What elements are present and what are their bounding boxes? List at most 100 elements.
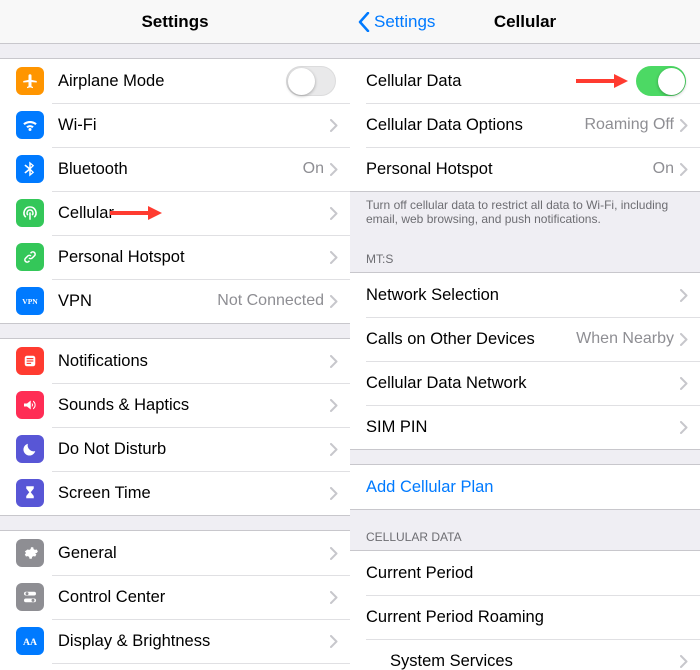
sounds-icon xyxy=(16,391,44,419)
general-icon xyxy=(16,539,44,567)
row-cell-options[interactable]: Cellular Data OptionsRoaming Off xyxy=(350,103,700,147)
svg-text:AA: AA xyxy=(23,637,37,648)
chevron-right-icon xyxy=(330,635,338,648)
chevron-right-icon xyxy=(680,377,688,390)
chevron-right-icon xyxy=(330,591,338,604)
display-icon: AA xyxy=(16,627,44,655)
bluetooth-icon xyxy=(16,155,44,183)
toggle[interactable] xyxy=(286,66,336,96)
airplane-icon xyxy=(16,67,44,95)
chevron-right-icon xyxy=(330,119,338,132)
screentime-icon xyxy=(16,479,44,507)
settings-list[interactable]: Airplane Mode Wi-Fi BluetoothOn Cellular Per… xyxy=(0,44,350,670)
wifi-icon xyxy=(16,111,44,139)
row-label: SIM PIN xyxy=(366,418,680,437)
dnd-icon xyxy=(16,435,44,463)
row-label: Cellular xyxy=(58,204,330,223)
row-airplane[interactable]: Airplane Mode xyxy=(0,59,350,103)
chevron-right-icon xyxy=(680,421,688,434)
row-add-plan[interactable]: Add Cellular Plan xyxy=(350,465,700,509)
chevron-right-icon xyxy=(330,251,338,264)
row-detail: On xyxy=(303,160,324,178)
row-detail: On xyxy=(653,160,674,178)
row-current-roaming[interactable]: Current Period Roaming xyxy=(350,595,700,639)
row-label: General xyxy=(58,544,330,563)
row-calls-other[interactable]: Calls on Other DevicesWhen Nearby xyxy=(350,317,700,361)
row-label: Do Not Disturb xyxy=(58,440,330,459)
chevron-right-icon xyxy=(330,547,338,560)
row-label: Display & Brightness xyxy=(58,632,330,651)
row-label: Notifications xyxy=(58,352,330,371)
row-detail: When Nearby xyxy=(576,330,674,348)
chevron-right-icon xyxy=(680,289,688,302)
row-sys-services[interactable]: System Services xyxy=(350,639,700,670)
chevron-right-icon xyxy=(680,163,688,176)
chevron-right-icon xyxy=(680,119,688,132)
chevron-right-icon xyxy=(680,655,688,668)
row-detail: Not Connected xyxy=(217,292,324,310)
row-label: Current Period xyxy=(366,564,688,583)
section-header: MT:S xyxy=(350,246,700,272)
row-detail: Roaming Off xyxy=(584,116,674,134)
row-label: Control Center xyxy=(58,588,330,607)
section-header: CELLULAR DATA xyxy=(350,524,700,550)
row-label: System Services xyxy=(390,652,680,670)
row-sim-pin[interactable]: SIM PIN xyxy=(350,405,700,449)
row-bluetooth[interactable]: BluetoothOn xyxy=(0,147,350,191)
row-label: Bluetooth xyxy=(58,160,303,179)
chevron-right-icon xyxy=(330,443,338,456)
row-cell-data[interactable]: Cellular Data xyxy=(350,59,700,103)
chevron-right-icon xyxy=(680,333,688,346)
toggle[interactable] xyxy=(636,66,686,96)
row-current-period[interactable]: Current Period xyxy=(350,551,700,595)
row-display[interactable]: AA Display & Brightness xyxy=(0,619,350,663)
row-cell-hotspot[interactable]: Personal HotspotOn xyxy=(350,147,700,191)
row-label: VPN xyxy=(58,292,217,311)
cellular-pane: Settings Cellular Cellular DataCellular … xyxy=(350,0,700,670)
cellular-title: Cellular xyxy=(494,12,556,32)
chevron-right-icon xyxy=(330,355,338,368)
row-label: Sounds & Haptics xyxy=(58,396,330,415)
row-wifi[interactable]: Wi-Fi xyxy=(0,103,350,147)
row-label: Personal Hotspot xyxy=(58,248,330,267)
row-label: Cellular Data xyxy=(366,72,636,91)
row-hotspot[interactable]: Personal Hotspot xyxy=(0,235,350,279)
svg-text:VPN: VPN xyxy=(22,297,38,306)
row-label: Cellular Data Options xyxy=(366,116,584,135)
back-button[interactable]: Settings xyxy=(358,12,435,32)
back-label: Settings xyxy=(374,12,435,32)
row-dnd[interactable]: Do Not Disturb xyxy=(0,427,350,471)
row-home[interactable]: Home Screen xyxy=(0,663,350,670)
settings-title: Settings xyxy=(141,12,208,32)
cellular-header: Settings Cellular xyxy=(350,0,700,44)
chevron-right-icon xyxy=(330,207,338,220)
row-label: Calls on Other Devices xyxy=(366,330,576,349)
settings-header: Settings xyxy=(0,0,350,44)
row-cellular[interactable]: Cellular xyxy=(0,191,350,235)
chevron-right-icon xyxy=(330,399,338,412)
cellular-list[interactable]: Cellular Data Cellular Data OptionsRoamin… xyxy=(350,44,700,670)
row-label: Cellular Data Network xyxy=(366,374,680,393)
notifications-icon xyxy=(16,347,44,375)
section-footer: Turn off cellular data to restrict all d… xyxy=(350,192,700,232)
chevron-right-icon xyxy=(330,295,338,308)
row-label: Airplane Mode xyxy=(58,72,286,91)
row-notifications[interactable]: Notifications xyxy=(0,339,350,383)
hotspot-icon xyxy=(16,243,44,271)
row-network-sel[interactable]: Network Selection xyxy=(350,273,700,317)
row-vpn[interactable]: VPNVPNNot Connected xyxy=(0,279,350,323)
cellular-icon xyxy=(16,199,44,227)
row-label: Network Selection xyxy=(366,286,680,305)
settings-pane: Settings Airplane Mode Wi-Fi BluetoothOn Ce… xyxy=(0,0,350,670)
chevron-right-icon xyxy=(330,163,338,176)
row-general[interactable]: General xyxy=(0,531,350,575)
row-sounds[interactable]: Sounds & Haptics xyxy=(0,383,350,427)
row-cell-data-net[interactable]: Cellular Data Network xyxy=(350,361,700,405)
row-label: Screen Time xyxy=(58,484,330,503)
vpn-icon: VPN xyxy=(16,287,44,315)
row-label: Personal Hotspot xyxy=(366,160,653,179)
row-label: Wi-Fi xyxy=(58,116,330,135)
control-icon xyxy=(16,583,44,611)
row-control[interactable]: Control Center xyxy=(0,575,350,619)
row-screentime[interactable]: Screen Time xyxy=(0,471,350,515)
